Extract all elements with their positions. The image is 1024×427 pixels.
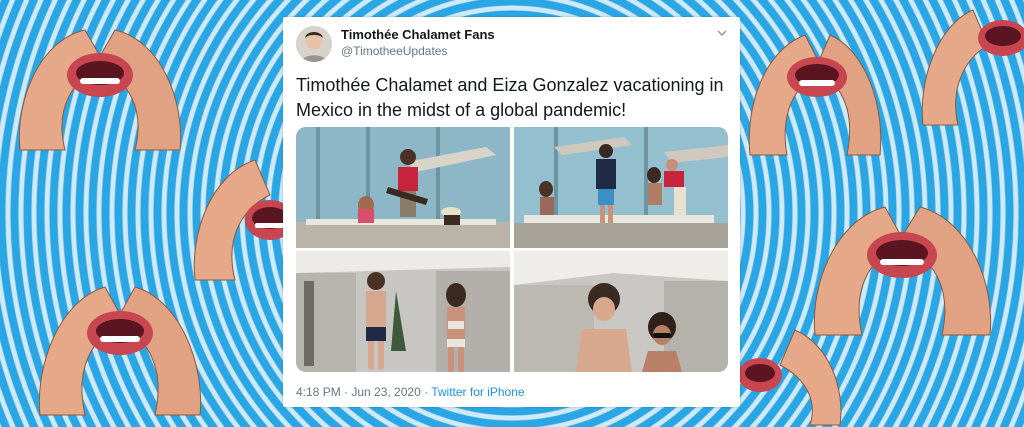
hands-mouth-illustration-right-top [748,34,882,156]
photo-deck-lounging[interactable] [514,127,728,248]
hands-mouth-illustration-left-mid [193,159,290,281]
tweet-meta: 4:18 PM · Jun 23, 2020 · Twitter for iPh… [296,385,525,399]
avatar[interactable] [296,26,332,62]
tweet-text: Timothée Chalamet and Eiza Gonzalez vaca… [296,75,724,120]
hands-mouth-illustration-right-far [921,9,1024,126]
hands-mouth-illustration-left-bottom [38,286,202,416]
source-link[interactable]: Twitter for iPhone [431,385,524,399]
display-name[interactable]: Timothée Chalamet Fans [341,27,495,42]
timestamp[interactable]: 4:18 PM · Jun 23, 2020 · [296,385,428,399]
photo-close-up-walk[interactable] [514,251,728,372]
chevron-down-icon[interactable] [716,28,728,38]
photo-balcony-walk[interactable] [296,251,510,372]
photo-grid [296,127,728,372]
user-handle[interactable]: @TimotheeUpdates [341,44,447,58]
hands-mouth-illustration-right-bottom [740,329,842,426]
hands-mouth-illustration-left-top [18,29,182,151]
tweet-card[interactable]: Timothée Chalamet Fans @TimotheeUpdates … [283,17,740,407]
photo-poolside-guitar[interactable] [296,127,510,248]
